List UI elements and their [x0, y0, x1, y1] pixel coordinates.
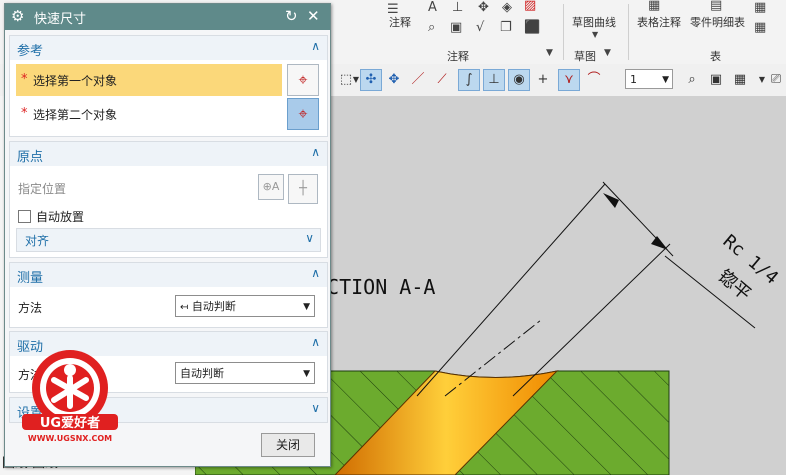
close-icon[interactable]: ✕ — [307, 7, 320, 25]
driving-method-select[interactable]: 自动判断 ▼ — [175, 362, 315, 384]
crosshair-icon[interactable]: ┼ — [288, 174, 318, 204]
snap-point-icon[interactable]: ✣ — [360, 69, 382, 91]
parts-list-icon[interactable]: ▤ — [710, 0, 722, 13]
chevron-down-icon[interactable]: ∨ — [311, 401, 320, 415]
chevron-up-icon[interactable]: ∧ — [311, 39, 320, 53]
text-placement-icon[interactable]: ⊕A — [258, 174, 284, 200]
reference-header-label: 参考 — [17, 44, 44, 59]
required-marker: * — [21, 106, 28, 121]
image-icon[interactable]: ▣ — [450, 20, 462, 35]
auto-place-checkbox[interactable] — [18, 210, 31, 223]
crosshair-icon[interactable]: ⌖ — [287, 98, 319, 130]
view-icon[interactable]: ▣ — [706, 70, 726, 90]
chevron-down-icon[interactable]: ∨ — [305, 231, 314, 245]
display-icon[interactable]: ⎚ — [766, 70, 786, 90]
measure-method-label: 方法 — [18, 301, 43, 315]
intersection-icon[interactable]: ⊥ — [483, 69, 505, 91]
group-label-sketch: 草图 — [574, 50, 596, 63]
specify-location-label: 指定位置 — [18, 182, 67, 196]
note-icon[interactable]: A — [428, 0, 437, 15]
brand-name: UG爱好者 — [40, 415, 100, 431]
weld-icon[interactable]: ◈ — [502, 0, 512, 15]
group-label-annotation: 注释 — [447, 50, 469, 63]
driving-method-value: 自动判断 — [180, 367, 224, 380]
chevron-down-icon[interactable]: ▼ — [604, 48, 611, 58]
auto-place-label: 自动放置 — [36, 210, 85, 224]
annotation-button-label[interactable]: 注释 — [389, 14, 411, 30]
group-label-table: 表 — [710, 50, 721, 63]
search-icon[interactable]: ⌕ — [428, 20, 435, 35]
baseline-icon[interactable]: ⊥ — [452, 0, 463, 15]
select-first-label: 选择第一个对象 — [33, 74, 118, 88]
measure-method-select[interactable]: ↤ 自动判断 ▼ — [175, 295, 315, 317]
reference-section: 参考 ∧ * 选择第一个对象 ⌖ * 选择第二个对象 ⌖ — [9, 35, 328, 137]
chevron-down-icon: ▼ — [303, 369, 310, 379]
chevron-up-icon[interactable]: ∧ — [311, 145, 320, 159]
table-icon[interactable]: ▦ — [754, 0, 766, 15]
align-label: 对齐 — [25, 234, 50, 248]
table-note-icon[interactable]: ▦ — [648, 0, 660, 13]
sketch-curve-label[interactable]: 草图曲线 — [572, 14, 616, 30]
brand-logo: UG爱好者 WWW.UGSNX.COM — [22, 350, 118, 443]
check-icon[interactable]: √ — [476, 20, 484, 35]
hatch-icon[interactable]: ▨ — [524, 0, 536, 13]
section-label: ECTION A-A — [315, 275, 435, 299]
measure-section: 测量 ∧ 方法 ↤ 自动判断 ▼ — [9, 262, 328, 328]
dimension-icon: ↤ — [180, 302, 189, 313]
move-icon[interactable]: ✥ — [384, 70, 404, 90]
center-icon[interactable]: ◉ — [508, 69, 530, 91]
copy-icon[interactable]: ❐ — [500, 20, 512, 35]
align-subsection[interactable]: 对齐 ∨ — [16, 228, 321, 252]
measure-header[interactable]: 测量 ∧ — [10, 263, 327, 287]
origin-section: 原点 ∧ 指定位置 ⊕A ┼ 自动放置 对齐 ∨ — [9, 141, 328, 258]
chevron-down-icon: ▼ — [662, 75, 669, 85]
dialog-title: 快速尺寸 — [34, 12, 87, 27]
tangent-icon[interactable]: ⟋ — [432, 70, 452, 90]
arc-icon[interactable]: ⌒ — [584, 70, 604, 90]
chevron-up-icon[interactable]: ∧ — [311, 266, 320, 280]
chevron-down-icon: ▼ — [303, 302, 310, 312]
zoom-icon[interactable]: ⌕ — [682, 70, 702, 90]
dialog-title-bar[interactable]: ⚙ 快速尺寸 ↻ ✕ — [5, 4, 330, 30]
angle-icon[interactable]: ⋎ — [558, 69, 580, 91]
measure-header-label: 测量 — [17, 271, 44, 286]
select-second-label: 选择第二个对象 — [33, 108, 118, 122]
required-marker: * — [21, 72, 28, 87]
plus-icon[interactable]: + — [533, 70, 553, 90]
select-first-object[interactable]: * 选择第一个对象 — [16, 64, 282, 96]
table-edit-icon[interactable]: ▦ — [754, 20, 766, 35]
crosshair-icon[interactable]: ⌖ — [287, 64, 319, 96]
reset-icon[interactable]: ↻ — [285, 7, 298, 25]
datum-icon[interactable]: ✥ — [478, 0, 489, 15]
select-second-object[interactable]: * 选择第二个对象 — [16, 98, 282, 130]
grid-icon[interactable]: ▦ — [730, 70, 750, 90]
origin-header[interactable]: 原点 ∧ — [10, 142, 327, 166]
parts-list-label[interactable]: 零件明细表 — [690, 14, 745, 30]
line-icon[interactable]: ／ — [408, 70, 428, 90]
chevron-up-icon[interactable]: ∧ — [311, 335, 320, 349]
stamp-icon[interactable]: ⬛ — [524, 20, 540, 35]
origin-header-label: 原点 — [17, 150, 44, 165]
close-button[interactable]: 关闭 — [261, 433, 315, 457]
gear-icon[interactable]: ⚙ — [11, 7, 24, 25]
divider — [628, 4, 629, 60]
scale-value: 1 — [630, 73, 637, 86]
scale-select[interactable]: 1 ▼ — [625, 69, 673, 89]
divider — [563, 4, 564, 60]
chevron-down-icon[interactable]: ▼ — [592, 30, 598, 39]
curve-icon[interactable]: ∫ — [458, 69, 480, 91]
table-note-label[interactable]: 表格注释 — [637, 14, 681, 30]
measure-method-value: 自动判断 — [191, 300, 236, 313]
brand-url: WWW.UGSNX.COM — [28, 434, 112, 443]
reference-header[interactable]: 参考 ∧ — [10, 36, 327, 60]
chevron-down-icon[interactable]: ▼ — [546, 48, 553, 58]
